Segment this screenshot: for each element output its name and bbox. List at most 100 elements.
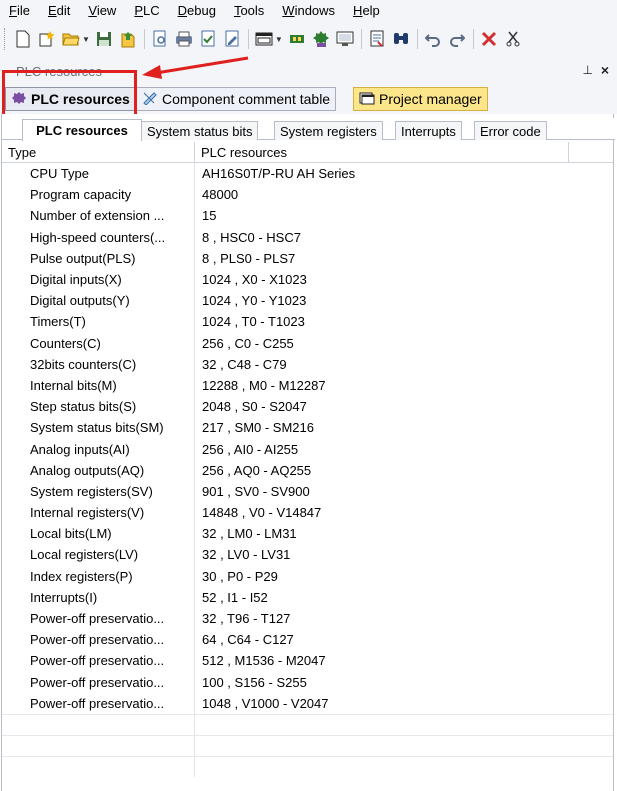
- table-row[interactable]: Power-off preservatio... 512 , M1536 - M2…: [2, 650, 613, 672]
- edit-icon[interactable]: [222, 28, 242, 50]
- tab-label: Component comment table: [162, 91, 331, 107]
- table-row[interactable]: 32bits counters(C) 32 , C48 - C79: [2, 353, 613, 375]
- cell-value: 1024 , Y0 - Y1023: [202, 293, 307, 309]
- cell-type: Digital inputs(X): [2, 268, 195, 291]
- print-icon[interactable]: [174, 28, 194, 50]
- cell-type: Digital outputs(Y): [2, 290, 195, 312]
- column-header-resources[interactable]: PLC resources: [195, 142, 569, 163]
- table-row[interactable]: Power-off preservatio... 64 , C64 - C127: [2, 629, 613, 651]
- monitor-icon[interactable]: [335, 28, 355, 50]
- table-body: CPU Type AH16S0T/P-RU AH Series Program ca…: [2, 163, 613, 714]
- cell-value: 32 , C48 - C79: [202, 356, 287, 372]
- table-row[interactable]: Digital inputs(X) 1024 , X0 - X1023: [2, 268, 613, 291]
- menu-help[interactable]: Help: [353, 3, 380, 18]
- table-row[interactable]: Power-off preservatio... 32 , T96 - T127: [2, 607, 613, 630]
- table-row[interactable]: Digital outputs(Y) 1024 , Y0 - Y1023: [2, 290, 613, 312]
- menu-tools[interactable]: Tools: [234, 3, 264, 18]
- table-row[interactable]: Number of extension ... 15: [2, 205, 613, 227]
- cell-value: 12288 , M0 - M12287: [202, 377, 326, 393]
- table-row[interactable]: Power-off preservatio... 100 , S156 - S25…: [2, 671, 613, 693]
- close-icon[interactable]: ×: [601, 62, 609, 78]
- empty-rows: [2, 713, 613, 777]
- table-row[interactable]: Local bits(LM) 32 , LM0 - LM31: [2, 523, 613, 545]
- table-row[interactable]: Internal registers(V) 14848 , V0 - V14847: [2, 502, 613, 524]
- subtab-system-status-bits[interactable]: System status bits: [141, 121, 259, 140]
- compile-icon[interactable]: [367, 28, 387, 50]
- cell-type: Timers(T): [2, 311, 195, 333]
- table-row[interactable]: High-speed counters(... 8 , HSC0 - HSC7: [2, 226, 613, 248]
- tab-project-manager[interactable]: Project manager: [353, 87, 488, 111]
- table-row[interactable]: Local registers(LV) 32 , LV0 - LV31: [2, 544, 613, 566]
- cell-type: Analog outputs(AQ): [2, 459, 195, 481]
- table-row[interactable]: Analog inputs(AI) 256 , AI0 - AI255: [2, 438, 613, 460]
- sub-tab-bar: System status bits System registers Inte…: [2, 118, 615, 141]
- column-header-type[interactable]: Type: [2, 142, 195, 163]
- find-icon[interactable]: [391, 28, 411, 50]
- cell-type: 32bits counters(C): [2, 353, 195, 375]
- new-file-icon[interactable]: [13, 28, 33, 50]
- cell-type: Power-off preservatio...: [2, 629, 195, 651]
- new-project-icon[interactable]: [37, 28, 57, 50]
- menu-debug[interactable]: Debug: [178, 3, 216, 18]
- subtab-plc-resources[interactable]: PLC resources: [22, 119, 142, 141]
- pin-icon[interactable]: ⊥: [583, 63, 593, 77]
- cell-value: 15: [202, 208, 217, 224]
- menu-edit[interactable]: Edit: [48, 3, 70, 18]
- cell-type: Local registers(LV): [2, 544, 195, 566]
- tab-plc-resources[interactable]: PLC resources: [5, 87, 136, 111]
- cell-type: Program capacity: [2, 184, 195, 206]
- table-row[interactable]: Timers(T) 1024 , T0 - T1023: [2, 311, 613, 333]
- subtab-error-code[interactable]: Error code: [474, 121, 547, 140]
- cell-value: 100 , S156 - S255: [202, 674, 307, 690]
- toolbar-grip[interactable]: [4, 28, 7, 50]
- toolbar-separator: [472, 29, 474, 49]
- table-row[interactable]: CPU Type AH16S0T/P-RU AH Series: [2, 163, 613, 185]
- cell-value: 14848 , V0 - V14847: [202, 505, 322, 521]
- menu-plc[interactable]: PLC: [134, 3, 159, 18]
- plc-icon[interactable]: [311, 28, 331, 50]
- table-row[interactable]: Counters(C) 256 , C0 - C255: [2, 332, 613, 354]
- menu-windows[interactable]: Windows: [282, 3, 335, 18]
- menu-view[interactable]: View: [88, 3, 116, 18]
- window-dropdown-icon[interactable]: ▼: [275, 35, 283, 44]
- menu-bar: File Edit View PLC Debug Tools Windows Help: [0, 0, 617, 20]
- table-row[interactable]: Pulse output(PLS) 8 , PLS0 - PLS7: [2, 247, 613, 269]
- subtab-interrupts[interactable]: Interrupts: [395, 121, 462, 140]
- toolbar-separator: [416, 29, 418, 49]
- panel-tabs: PLC resources Component comment table Pr…: [0, 84, 617, 114]
- delete-icon[interactable]: [479, 28, 499, 50]
- plc-resources-panel: System status bits System registers Inte…: [1, 114, 615, 791]
- table-row[interactable]: Index registers(P) 30 , P0 - P29: [2, 565, 613, 587]
- table-row[interactable]: Power-off preservatio... 1048 , V1000 - V…: [2, 692, 613, 714]
- open-dropdown-icon[interactable]: ▼: [82, 35, 90, 44]
- table-row[interactable]: System registers(SV) 901 , SV0 - SV900: [2, 480, 613, 502]
- cell-value: 256 , AQ0 - AQ255: [202, 462, 312, 478]
- table-row[interactable]: Interrupts(I) 52 , I1 - I52: [2, 586, 613, 608]
- tab-label: Project manager: [379, 91, 482, 107]
- column-header-empty: [569, 142, 613, 163]
- cell-type: Analog inputs(AI): [2, 438, 195, 460]
- cell-type: Power-off preservatio...: [2, 650, 195, 672]
- window-icon[interactable]: [254, 28, 274, 50]
- check-icon[interactable]: [198, 28, 218, 50]
- cut-icon[interactable]: [503, 28, 523, 50]
- table-row[interactable]: Internal bits(M) 12288 , M0 - M12287: [2, 374, 613, 397]
- undo-icon[interactable]: [423, 28, 443, 50]
- table-row[interactable]: System status bits(SM) 217 , SM0 - SM216: [2, 417, 613, 439]
- menu-file[interactable]: File: [9, 3, 30, 18]
- cell-type: Power-off preservatio...: [2, 671, 195, 693]
- table-row[interactable]: Analog outputs(AQ) 256 , AQ0 - AQ255: [2, 459, 613, 481]
- save-icon[interactable]: [94, 28, 114, 50]
- tab-component-comment[interactable]: Component comment table: [136, 87, 337, 111]
- table-row[interactable]: Step status bits(S) 2048 , S0 - S2047: [2, 396, 613, 418]
- upload-icon[interactable]: [118, 28, 138, 50]
- table-row[interactable]: Program capacity 48000: [2, 184, 613, 206]
- redo-icon[interactable]: [447, 28, 467, 50]
- open-icon[interactable]: [61, 28, 81, 50]
- cell-value: 8 , HSC0 - HSC7: [202, 229, 301, 245]
- subtab-system-registers[interactable]: System registers: [274, 121, 383, 140]
- print-preview-icon[interactable]: [150, 28, 170, 50]
- cell-value: 512 , M1536 - M2047: [202, 653, 326, 669]
- cell-type: Index registers(P): [2, 565, 195, 587]
- connect-icon[interactable]: [287, 28, 307, 50]
